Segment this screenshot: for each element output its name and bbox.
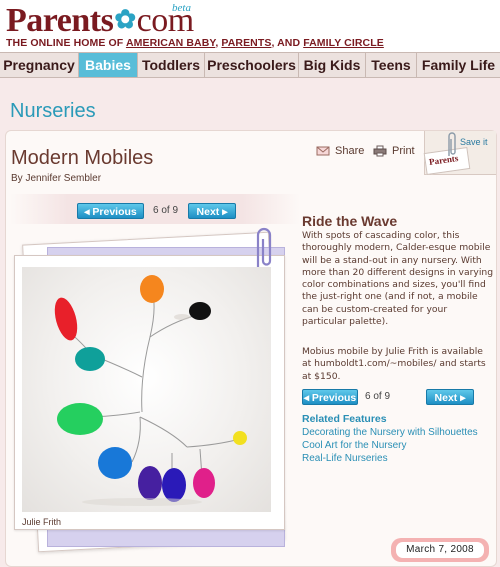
nav-item-preschoolers[interactable]: Preschoolers — [205, 53, 299, 77]
previous-button-top[interactable]: ◂ Previous — [77, 203, 144, 219]
mobile-photo — [22, 267, 271, 512]
previous-button-bottom[interactable]: ◂ Previous — [302, 389, 358, 405]
print-button[interactable]: Print — [373, 145, 415, 157]
photo-credit: Julie Frith — [22, 517, 62, 527]
nav-item-toddlers[interactable]: Toddlers — [138, 53, 205, 77]
print-label: Print — [392, 145, 415, 157]
main-nav: Pregnancy Babies Toddlers Preschoolers B… — [0, 52, 500, 78]
save-it-label[interactable]: Save it — [460, 137, 488, 147]
site-logo[interactable]: Parents✿com — [6, 0, 194, 41]
slide-description: With spots of cascading color, this thor… — [302, 230, 494, 328]
link-family-circle[interactable]: FAMILY CIRCLE — [303, 37, 384, 49]
next-button-bottom[interactable]: Next ▸ — [426, 389, 474, 405]
envelope-icon — [316, 146, 330, 156]
page-count-top: 6 of 9 — [153, 205, 179, 216]
share-button[interactable]: Share — [316, 145, 364, 157]
nav-item-big-kids[interactable]: Big Kids — [299, 53, 366, 77]
logo-text-left: Parents — [6, 2, 114, 39]
flower-icon: ✿ — [114, 5, 136, 34]
section-title: Nurseries — [10, 100, 96, 122]
tagline: THE ONLINE HOME OF AMERICAN BABY, PARENT… — [6, 37, 384, 49]
link-american-baby[interactable]: AMERICAN BABY — [126, 37, 215, 49]
slide-availability: Mobius mobile by Julie Frith is availabl… — [302, 346, 486, 382]
related-features-heading: Related Features — [302, 413, 387, 425]
nav-item-teens[interactable]: Teens — [366, 53, 417, 77]
related-link[interactable]: Real-Life Nurseries — [302, 453, 388, 464]
beta-label: beta — [172, 2, 191, 14]
nav-item-pregnancy[interactable]: Pregnancy — [0, 53, 79, 77]
next-button-top[interactable]: Next ▸ — [188, 203, 236, 219]
article-title: Modern Mobiles — [11, 147, 154, 169]
related-link[interactable]: Decorating the Nursery with Silhouettes — [302, 427, 478, 438]
paperclip-icon — [256, 227, 272, 267]
share-label: Share — [335, 145, 365, 157]
byline: By Jennifer Sembler — [11, 173, 102, 184]
nav-item-family-life[interactable]: Family Life — [417, 53, 500, 77]
nav-item-babies[interactable]: Babies — [79, 53, 138, 77]
related-link[interactable]: Cool Art for the Nursery — [302, 440, 406, 451]
link-parents[interactable]: PARENTS — [221, 37, 271, 49]
paperclip-icon — [448, 132, 456, 156]
printer-icon — [373, 145, 387, 157]
page-count-bottom: 6 of 9 — [365, 391, 391, 402]
date-label: March 7, 2008 — [396, 542, 484, 558]
slide-title: Ride the Wave — [302, 213, 398, 229]
masthead: Parents✿com beta THE ONLINE HOME OF AMER… — [0, 0, 500, 52]
